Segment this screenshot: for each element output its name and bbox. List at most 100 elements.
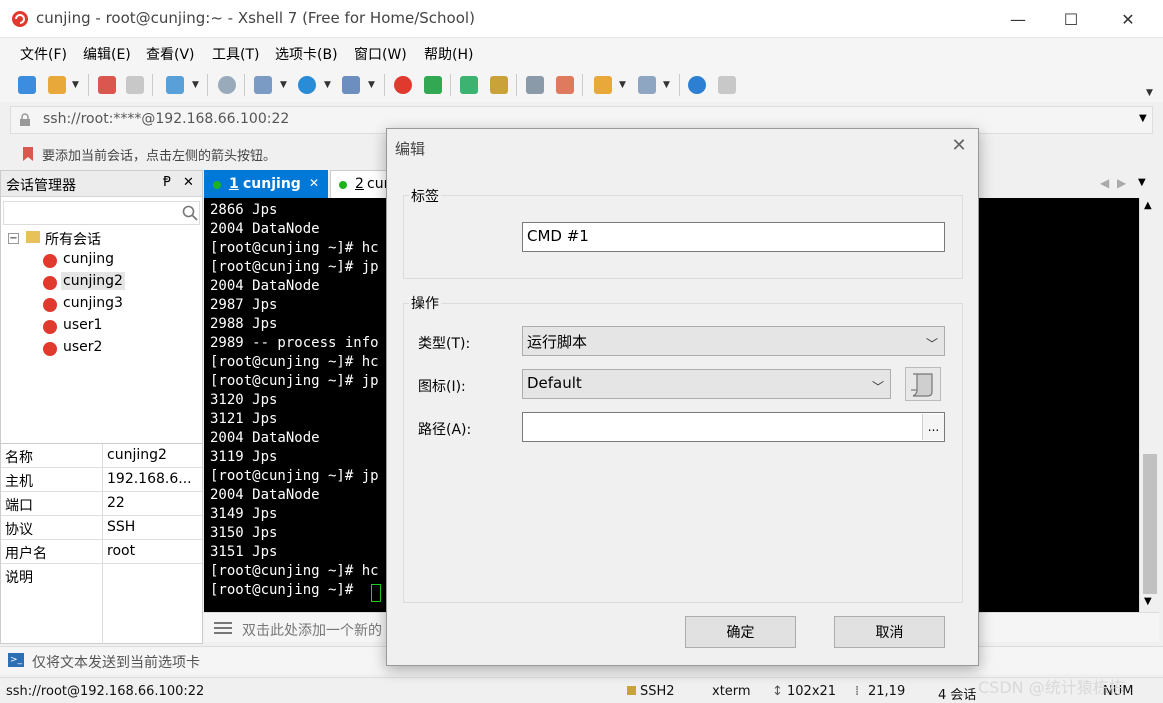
chevron-down-icon[interactable]: ▼ — [1139, 113, 1147, 124]
chevron-down-icon[interactable]: ▼ — [1138, 177, 1146, 188]
menu-file[interactable]: 文件(F) — [20, 44, 67, 64]
terminal-scrollbar[interactable]: ▲ ▼ — [1139, 198, 1159, 612]
find-icon[interactable] — [218, 76, 236, 94]
chevron-down-icon[interactable]: ▼ — [368, 80, 375, 90]
chat-icon[interactable] — [718, 76, 736, 94]
path-input[interactable] — [522, 412, 945, 442]
pin-icon[interactable]: Ᵽ — [163, 175, 171, 190]
icon-select[interactable]: Default ﹀ — [522, 369, 891, 399]
layout-icon[interactable] — [638, 76, 656, 94]
menu-edit[interactable]: 编辑(E) — [83, 44, 131, 64]
icon-select-value: Default — [527, 374, 582, 392]
dialog-close-button[interactable]: ✕ — [947, 135, 971, 159]
menu-window[interactable]: 窗口(W) — [354, 44, 407, 64]
icon-label: 图标(I): — [418, 379, 466, 395]
chevron-down-icon[interactable]: ▼ — [1146, 88, 1153, 98]
search-icon[interactable] — [182, 205, 198, 221]
session-search-input[interactable] — [3, 201, 200, 225]
open-folder-icon[interactable] — [48, 76, 66, 94]
menu-tabs[interactable]: 选项卡(B) — [275, 44, 338, 64]
session-item[interactable]: cunjing — [63, 251, 114, 267]
fullscreen-icon[interactable] — [460, 76, 478, 94]
hint-text: 要添加当前会话，点击左侧的箭头按钮。 — [42, 149, 277, 164]
globe-icon[interactable] — [298, 76, 316, 94]
terminal-line: 3119 Jps — [210, 449, 278, 465]
action-group-title: 操作 — [409, 293, 441, 313]
chevron-down-icon[interactable]: ▼ — [280, 80, 287, 90]
session-item[interactable]: user1 — [63, 317, 102, 333]
link-icon[interactable] — [126, 76, 144, 94]
address-input[interactable]: ssh://root:****@192.168.66.100:22 — [43, 111, 289, 127]
highlight-icon[interactable] — [556, 76, 574, 94]
tab-number: 1 — [229, 176, 239, 192]
chevron-down-icon[interactable]: ▼ — [192, 80, 199, 90]
session-item[interactable]: user2 — [63, 339, 102, 355]
tree-root-all-sessions[interactable]: 所有会话 — [45, 229, 101, 249]
property-key: 协议 — [5, 522, 33, 538]
transfer-icon[interactable] — [254, 76, 272, 94]
toolbar-divider — [152, 74, 153, 96]
browse-button[interactable]: ... — [922, 414, 944, 440]
session-icon — [43, 298, 57, 312]
tab-scroll-right-icon[interactable]: ▶ — [1117, 176, 1126, 190]
menu-icon[interactable] — [214, 621, 232, 635]
terminal-icon[interactable]: >_ — [8, 653, 24, 667]
disconnect-icon[interactable] — [98, 76, 116, 94]
terminal-line: 3120 Jps — [210, 392, 278, 408]
chevron-down-icon[interactable]: ▼ — [663, 80, 670, 90]
property-key: 端口 — [5, 498, 33, 514]
cancel-button[interactable]: 取消 — [834, 616, 945, 648]
table-row: 协议 SSH — [1, 516, 202, 540]
session-manager-title: 会话管理器 — [6, 178, 76, 194]
new-session-icon[interactable] — [18, 76, 36, 94]
xftp-icon[interactable] — [424, 76, 442, 94]
menu-help[interactable]: 帮助(H) — [424, 44, 473, 64]
tab-session-1[interactable]: 1 cunjing ✕ — [204, 170, 328, 198]
tab-session-2[interactable]: 2 cur — [330, 170, 390, 198]
help-icon[interactable] — [688, 76, 706, 94]
terminal-line: 3150 Jps — [210, 525, 278, 541]
tab-scroll-left-icon[interactable]: ◀ — [1100, 176, 1109, 190]
type-select[interactable]: 运行脚本 ﹀ — [522, 326, 945, 356]
terminal-line: [root@cunjing ~]# hc — [210, 563, 379, 579]
new-folder-icon[interactable] — [594, 76, 612, 94]
property-value: 192.168.6... — [107, 471, 192, 487]
send-to-current-tab-input[interactable]: 仅将文本发送到当前选项卡 — [32, 652, 200, 672]
scrollbar-thumb[interactable] — [1143, 454, 1157, 594]
properties-icon[interactable] — [166, 76, 184, 94]
lock-icon[interactable] — [490, 76, 508, 94]
status-connection: ssh://root@192.168.66.100:22 — [6, 684, 205, 699]
watermark: CSDN @统计猿栋栋 — [978, 678, 1125, 697]
chevron-up-icon[interactable]: ▲ — [1144, 200, 1152, 211]
toolbar-divider — [207, 74, 208, 96]
column-divider — [102, 516, 103, 539]
collapse-toggle-icon[interactable]: − — [8, 233, 19, 244]
menu-view[interactable]: 查看(V) — [146, 44, 195, 64]
status-sessions: 4 会话 — [938, 688, 977, 703]
close-icon[interactable]: ✕ — [183, 175, 194, 190]
bookmark-arrow-icon[interactable] — [20, 146, 36, 162]
column-divider — [102, 540, 103, 563]
chevron-down-icon[interactable]: ▼ — [72, 80, 79, 90]
script-scroll-icon[interactable] — [905, 367, 941, 401]
chevron-down-icon: ﹀ — [871, 380, 884, 394]
xshell-icon[interactable] — [394, 76, 412, 94]
toolbar-divider — [516, 74, 517, 96]
compose-hint: 双击此处添加一个新的 — [242, 623, 382, 639]
keyboard-icon[interactable] — [526, 76, 544, 94]
chevron-down-icon[interactable]: ▼ — [619, 80, 626, 90]
font-icon[interactable] — [342, 76, 360, 94]
session-item-selected[interactable]: cunjing2 — [61, 272, 125, 290]
session-icon — [43, 320, 57, 334]
menu-tools[interactable]: 工具(T) — [212, 44, 259, 64]
maximize-button[interactable]: ☐ — [1048, 0, 1094, 38]
close-button[interactable]: ✕ — [1105, 0, 1151, 38]
chevron-down-icon[interactable]: ▼ — [1144, 596, 1152, 607]
label-input[interactable]: CMD #1 — [522, 222, 945, 252]
chevron-down-icon[interactable]: ▼ — [324, 80, 331, 90]
ok-button[interactable]: 确定 — [685, 616, 796, 648]
tab-close-icon[interactable]: ✕ — [309, 176, 319, 190]
minimize-button[interactable]: — — [995, 0, 1041, 38]
terminal-line: [root@cunjing ~]# — [210, 582, 362, 598]
session-item[interactable]: cunjing3 — [63, 295, 123, 311]
